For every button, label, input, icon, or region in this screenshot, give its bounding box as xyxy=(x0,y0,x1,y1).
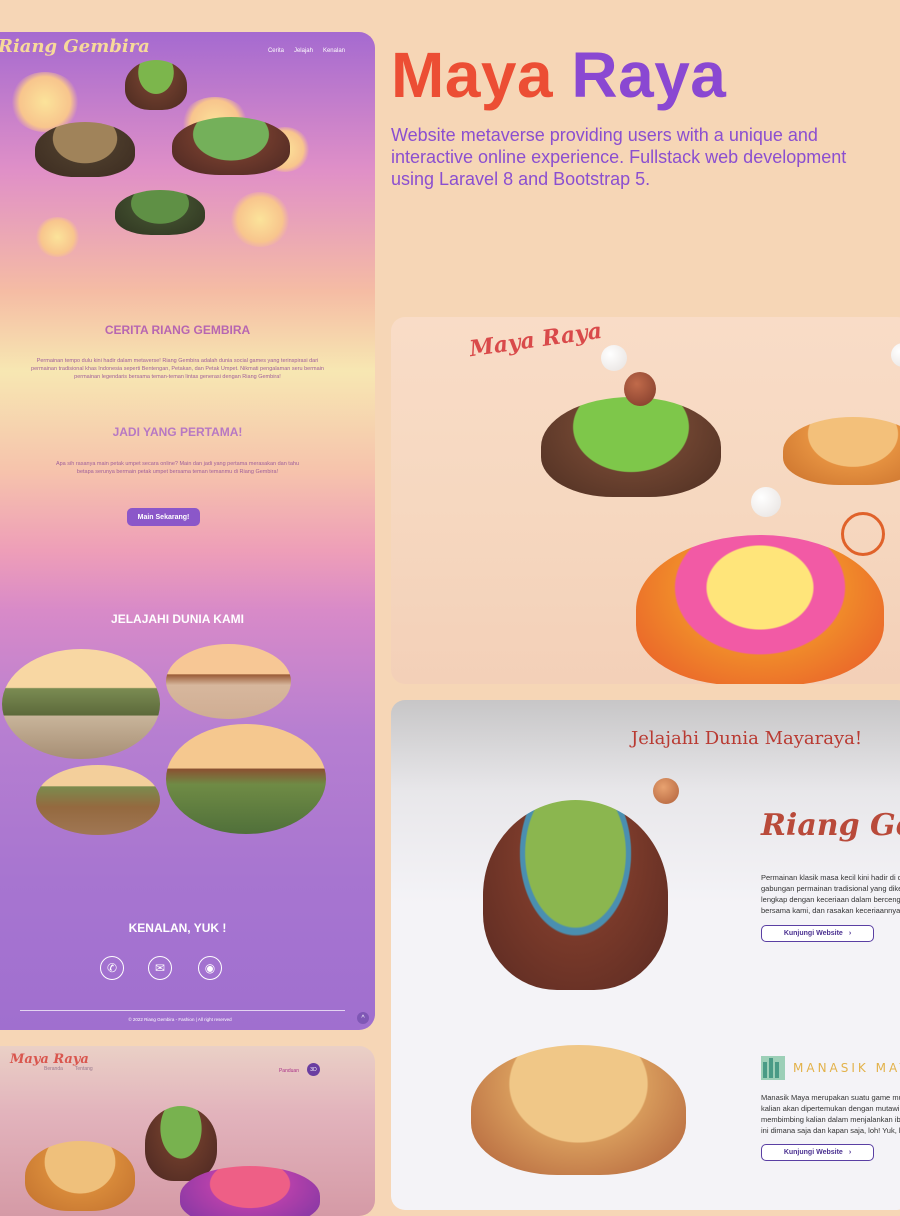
nav-cerita[interactable]: Cerita xyxy=(268,48,284,54)
instagram-icon[interactable]: ◉ xyxy=(198,956,222,980)
brand-name: MANASIK MAYA xyxy=(793,1061,900,1075)
jelajahi-heading: JELAJAHI DUNIA KAMI xyxy=(111,612,244,626)
riang-gembira-preview: Riang Gembira Cerita Jelajah Kenalan CER… xyxy=(0,32,375,1030)
kenalan-heading: KENALAN, YUK ! xyxy=(128,921,227,935)
cerita-heading: CERITA RIANG GEMBIRA xyxy=(104,323,251,337)
maya-raya-logo[interactable]: Maya Raya xyxy=(10,1053,89,1066)
nav-jelajah[interactable]: Jelajah xyxy=(294,48,313,54)
green-island xyxy=(541,397,721,497)
title-word-maya: Maya xyxy=(391,39,554,111)
world-screenshot[interactable] xyxy=(36,765,160,835)
riang-gembira-logo[interactable]: Riang Gembira xyxy=(0,36,150,57)
maya-raya-site-preview: Maya Raya Beranda Tentang Panduan 3D xyxy=(0,1046,375,1216)
world-screenshot[interactable] xyxy=(166,644,291,719)
brand-name: Riang Gembira xyxy=(761,808,900,843)
item1-text-line: bersama kami, dan rasakan keceriaannya! xyxy=(761,906,900,915)
footer-text: © 2022 Riang Gembira - Fashion | All rig… xyxy=(128,1017,232,1022)
desert-island xyxy=(783,417,900,485)
back-to-top-button[interactable]: ^ xyxy=(357,1012,369,1024)
floating-island xyxy=(35,122,135,177)
item1-text-line: lengkap dengan keceriaan dalam bercengl xyxy=(761,895,900,904)
pitcher-icon xyxy=(653,778,679,804)
sphere-orb xyxy=(751,487,781,517)
cloud xyxy=(35,217,80,257)
floating-island xyxy=(115,190,205,235)
sphere-orb xyxy=(891,343,900,367)
floating-island xyxy=(145,1106,217,1181)
explore-heading: Jelajahi Dunia Mayaraya! xyxy=(631,728,863,749)
3d-button[interactable]: 3D xyxy=(307,1063,320,1076)
world-screenshot[interactable] xyxy=(2,649,160,759)
hot-air-balloon xyxy=(624,372,656,406)
item1-text-line: gabungan permainan tradisional yang dike xyxy=(761,884,900,893)
title-word-raya: Raya xyxy=(571,39,727,111)
kunjungi-website-button[interactable]: Kunjungi Website › xyxy=(761,1144,874,1161)
manasik-logo-icon xyxy=(761,1056,785,1080)
button-label: Kunjungi Website xyxy=(783,1149,843,1156)
ferris-wheel xyxy=(841,512,885,556)
nav-kenalan[interactable]: Kenalan xyxy=(323,48,345,54)
cloud xyxy=(230,192,290,247)
theme-park-island xyxy=(636,535,884,684)
manasik-maya-brand: MANASIK MAYA xyxy=(761,1056,900,1080)
top-nav: Beranda Tentang xyxy=(44,1066,93,1072)
item2-text-line: kalian akan dipertemukan dengan mutawi xyxy=(761,1104,900,1113)
phone-icon[interactable]: ✆ xyxy=(100,956,124,980)
item2-text-line: Manasik Maya merupakan suatu game mu xyxy=(761,1093,900,1102)
nav-tentang[interactable]: Tentang xyxy=(75,1066,93,1072)
green-island xyxy=(483,800,668,990)
nav-beranda[interactable]: Beranda xyxy=(44,1066,63,1072)
floating-island xyxy=(180,1166,320,1216)
project-description: Website metaverse providing users with a… xyxy=(391,125,847,189)
item1-text-line: Permainan klasik masa kecil kini hadir d… xyxy=(761,873,900,882)
chevron-right-icon: › xyxy=(848,930,852,937)
pertama-text: Apa sih rasanya main petak umpet secara … xyxy=(55,461,300,475)
panduan-link[interactable]: Panduan xyxy=(279,1068,299,1074)
cerita-text: Permainan tempo dulu kini hadir dalam me… xyxy=(31,358,324,380)
kunjungi-website-button[interactable]: Kunjungi Website › xyxy=(761,925,874,942)
floating-island xyxy=(25,1141,135,1211)
button-label: Kunjungi Website xyxy=(783,930,843,937)
world-screenshot[interactable] xyxy=(166,724,326,834)
hero-preview: Maya Raya xyxy=(391,317,900,684)
pertama-heading: JADI YANG PERTAMA! xyxy=(112,425,243,439)
project-title: Maya Raya xyxy=(391,38,726,112)
desert-island xyxy=(471,1045,686,1175)
footer-divider xyxy=(20,1010,345,1011)
floating-island xyxy=(172,117,290,175)
sphere-orb xyxy=(601,345,627,371)
chevron-right-icon: › xyxy=(848,1149,852,1156)
item2-text-line: membimbing kalian dalam menjalankan ib xyxy=(761,1115,900,1124)
explore-preview: Jelajahi Dunia Mayaraya! Riang Gembira P… xyxy=(391,700,900,1210)
main-sekarang-button[interactable]: Main Sekarang! xyxy=(127,508,200,526)
floating-island xyxy=(125,60,187,110)
riang-gembira-brand: Riang Gembira xyxy=(761,808,900,843)
item2-text-line: ini dimana saja dan kapan saja, loh! Yuk… xyxy=(761,1126,900,1135)
maya-raya-logo[interactable]: Maya Raya xyxy=(468,318,604,362)
top-nav: Cerita Jelajah Kenalan xyxy=(268,48,345,54)
mail-icon[interactable]: ✉ xyxy=(148,956,172,980)
